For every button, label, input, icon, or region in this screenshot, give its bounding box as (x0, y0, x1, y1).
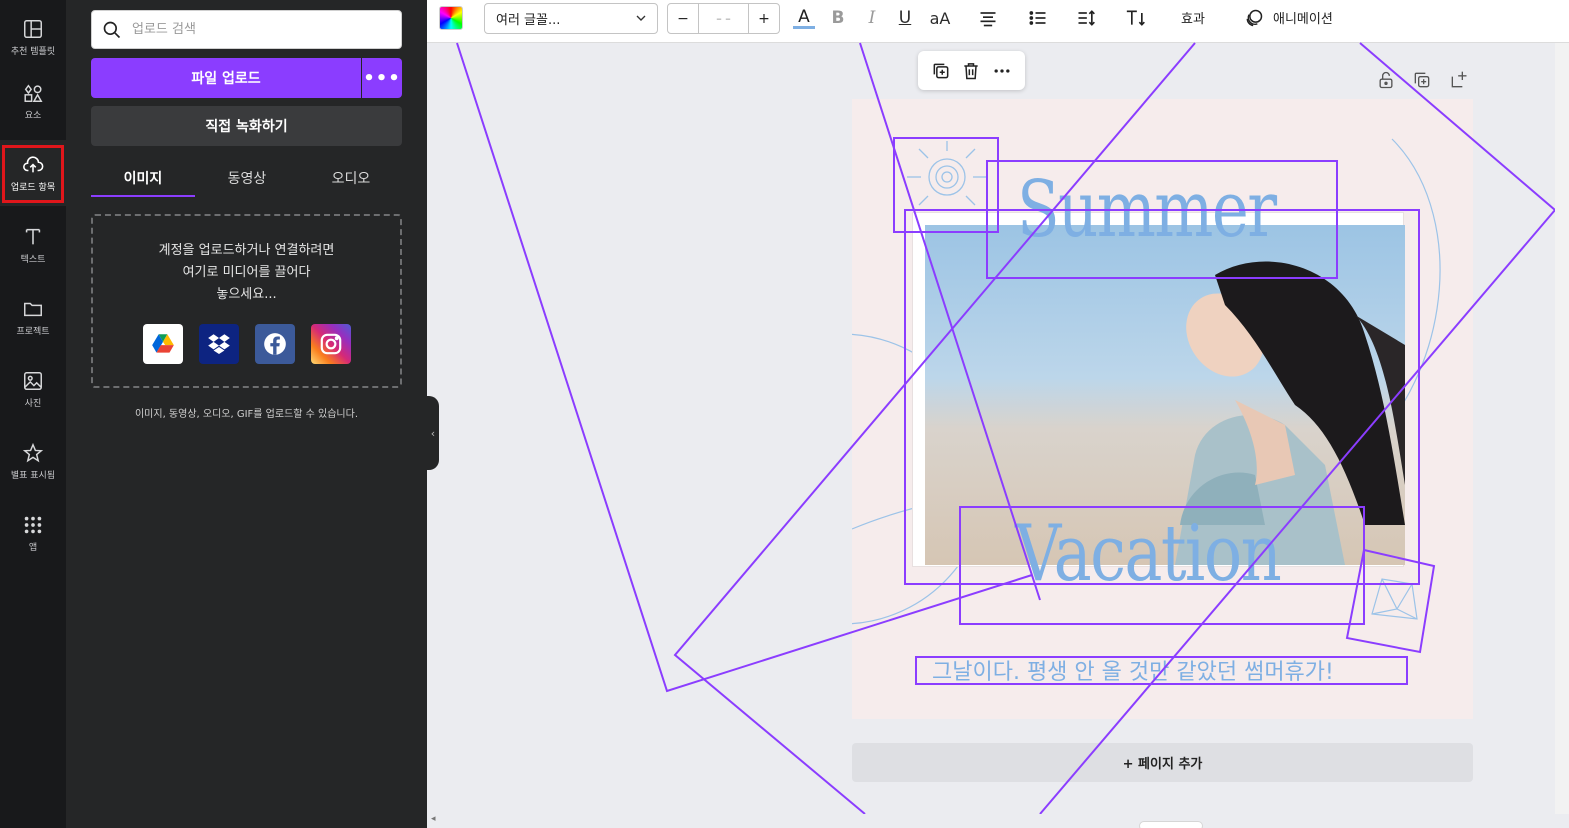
facebook-button[interactable] (255, 324, 295, 364)
scroll-left-icon[interactable]: ◂ (431, 814, 436, 824)
facebook-icon (264, 333, 286, 355)
trash-icon[interactable] (961, 61, 981, 81)
search-icon (103, 21, 121, 38)
uploads-panel: 파일 업로드 ••• 직접 녹화하기 이미지 동영상 오디오 계정을 업로드하거… (66, 0, 427, 828)
bold-button[interactable]: B (827, 6, 849, 30)
bullet-list-icon (1029, 11, 1046, 25)
summer-title[interactable]: Summer (1017, 165, 1277, 255)
font-size-stepper: − – – + (667, 3, 780, 34)
font-name: 여러 글꼴... (496, 13, 561, 28)
decrease-size-button[interactable]: − (668, 4, 699, 33)
dropzone-line: 계정을 업로드하거나 연결하려면 (158, 243, 335, 258)
lock-icon[interactable] (1376, 70, 1396, 90)
media-dropzone[interactable]: 계정을 업로드하거나 연결하려면 여기로 미디어를 끌어다 놓으세요... (91, 214, 402, 388)
vertical-scrollbar[interactable] (1555, 43, 1569, 814)
align-center-button[interactable] (977, 6, 999, 30)
google-drive-icon (152, 334, 174, 353)
rail-item-starred[interactable]: 별표 표시됨 (0, 428, 66, 494)
upload-note: 이미지, 동영상, 오디오, GIF를 업로드할 수 있습니다. (134, 409, 359, 420)
dropbox-button[interactable] (199, 324, 239, 364)
rail-item-text[interactable]: 텍스트 (0, 212, 66, 278)
text-icon (25, 228, 41, 244)
rail-item-templates[interactable]: 추천 템플릿 (0, 4, 66, 70)
editor-toolbar: 여러 글꼴... − – – + A B I U aA 효과 애니메이션 (427, 0, 1569, 43)
tab-videos[interactable]: 동영상 (195, 158, 299, 198)
spacing-button[interactable] (1075, 6, 1097, 30)
photo-icon (24, 371, 42, 390)
search-box[interactable] (91, 10, 402, 49)
rail-item-projects[interactable]: 프로젝트 (0, 284, 66, 350)
active-tab-indicator (91, 195, 195, 197)
tab-audio[interactable]: 오디오 (299, 158, 403, 198)
font-size-value[interactable]: – – (699, 4, 748, 33)
instagram-button[interactable] (311, 324, 351, 364)
italic-button[interactable]: I (861, 6, 883, 30)
duplicate-page-icon[interactable] (1412, 70, 1432, 90)
underline-button[interactable]: U (894, 6, 916, 30)
chevron-left-icon: ‹ (430, 426, 436, 440)
dropzone-line: 놓으세요... (216, 287, 277, 302)
rail-item-photos[interactable]: 사진 (0, 356, 66, 422)
text-color-icon: A (798, 6, 810, 27)
rail-label: 요소 (24, 110, 42, 121)
add-page-button[interactable]: + 페이지 추가 (852, 743, 1473, 782)
rail-item-elements[interactable]: 요소 (0, 68, 66, 134)
folder-icon (24, 302, 42, 316)
rail-item-apps[interactable]: 앱 (0, 500, 66, 566)
text-transform-button[interactable] (1124, 6, 1148, 30)
effects-button[interactable]: 효과 (1181, 8, 1205, 27)
scroll-thumb[interactable] (1139, 821, 1203, 828)
star-icon (22, 442, 44, 462)
design-page[interactable]: Summer Vacation 그날이다. 평생 안 올 것만 같았던 썸머휴가… (852, 99, 1473, 719)
color-picker-button[interactable] (439, 6, 463, 30)
tagline-text[interactable]: 그날이다. 평생 안 올 것만 같았던 썸머휴가! (932, 654, 1334, 686)
line-spacing-icon (1078, 10, 1095, 26)
left-rail: 추천 템플릿 요소 업로드 항목 텍스트 프로젝트 사진 별표 표시됨 앱 (0, 0, 66, 828)
more-icon[interactable] (992, 61, 1012, 81)
add-page-icon[interactable] (1449, 70, 1469, 90)
dropzone-text: 계정을 업로드하거나 연결하려면 여기로 미디어를 끌어다 놓으세요... (93, 240, 400, 306)
text-color-bar (793, 25, 815, 29)
search-input[interactable] (132, 22, 392, 37)
font-family-select[interactable]: 여러 글꼴... (484, 3, 658, 34)
text-transform-icon (1126, 10, 1145, 26)
align-center-icon (980, 12, 996, 27)
dropbox-icon (208, 334, 230, 354)
horizontal-scrollbar[interactable]: ◂ (427, 814, 1569, 828)
bullet-list-button[interactable] (1027, 6, 1049, 30)
animate-icon-wrap[interactable] (1242, 6, 1266, 30)
dropzone-line: 여기로 미디어를 끌어다 (182, 265, 311, 280)
elements-icon (24, 83, 43, 102)
template-icon (24, 19, 42, 38)
sun-doodle (907, 141, 987, 206)
increase-size-button[interactable]: + (748, 4, 779, 33)
element-toolbar (918, 51, 1025, 90)
instagram-icon (320, 333, 342, 355)
record-yourself-button[interactable]: 직접 녹화하기 (91, 106, 402, 146)
text-color-button[interactable]: A (792, 6, 816, 30)
rail-label: 사진 (24, 398, 42, 409)
rail-label: 별표 표시됨 (10, 470, 56, 481)
vacation-title[interactable]: Vacation (1015, 509, 1282, 599)
tab-images[interactable]: 이미지 (91, 158, 195, 198)
rail-label: 앱 (28, 542, 38, 553)
animate-icon (1246, 9, 1263, 27)
active-item-highlight (2, 145, 64, 203)
animate-button[interactable]: 애니메이션 (1273, 8, 1333, 27)
rail-label: 프로젝트 (16, 326, 50, 337)
chevron-down-icon (636, 15, 646, 21)
collapse-panel-handle[interactable]: ‹ (427, 396, 439, 470)
duplicate-icon[interactable] (931, 61, 951, 81)
upload-files-button[interactable]: 파일 업로드 (91, 58, 361, 98)
shell-doodle (1371, 578, 1418, 620)
letter-case-button[interactable]: aA (927, 6, 953, 30)
google-drive-button[interactable] (143, 324, 183, 364)
rail-label: 추천 템플릿 (10, 46, 56, 57)
rail-label: 텍스트 (20, 254, 46, 265)
upload-more-button[interactable]: ••• (362, 58, 402, 98)
apps-icon (24, 516, 42, 533)
